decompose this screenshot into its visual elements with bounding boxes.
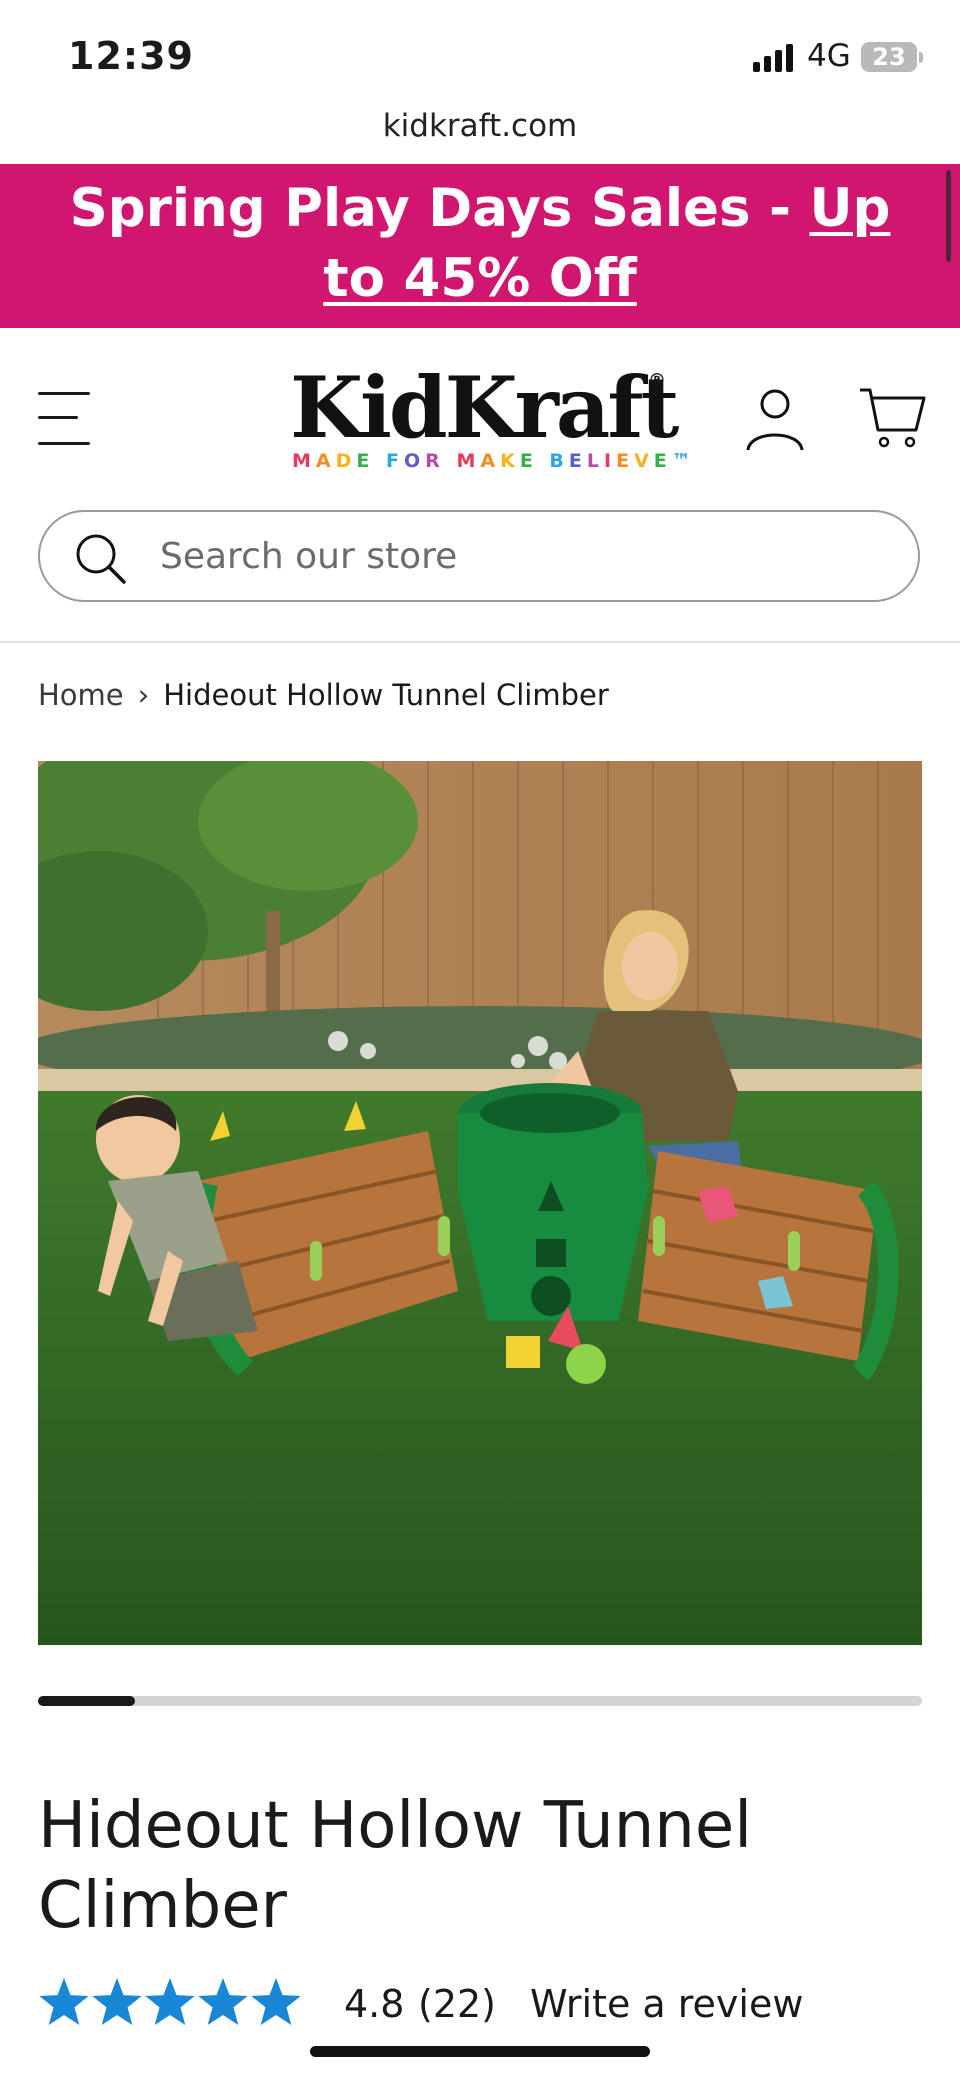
star-icon (145, 1978, 195, 2025)
tagline-letter: V (634, 450, 654, 472)
star-icon (251, 1978, 301, 2025)
breadcrumb-current: Hideout Hollow Tunnel Climber (163, 678, 609, 712)
star-icon (39, 1978, 89, 2025)
promo-banner: Spring Play Days Sales - Up to 45% Off (0, 164, 960, 328)
logo-registered-mark: ® (648, 370, 666, 391)
promo-headline: Spring Play Days Sales - (69, 178, 810, 239)
tagline-letter: I (604, 450, 617, 472)
tagline-letter: E (356, 450, 375, 472)
account-icon[interactable] (744, 384, 806, 452)
battery-tip (919, 52, 923, 63)
rating-value: 4.8 (344, 1982, 405, 2026)
tagline-letter: F (386, 450, 405, 472)
battery-level: 23 (872, 43, 906, 71)
star-icon (92, 1978, 142, 2025)
brand-logo[interactable]: KidKraft ® MADE FOR MAKE BELIEVE™ (286, 358, 691, 480)
gallery-scroll-thumb[interactable] (38, 1696, 135, 1706)
page-scrollbar[interactable] (946, 170, 951, 262)
breadcrumb-chevron-icon: › (137, 678, 150, 712)
tagline-letter: ™ (671, 450, 696, 472)
product-title: Hideout Hollow Tunnel Climber (38, 1789, 752, 1943)
star-icon (198, 1978, 248, 2025)
rating-stars[interactable] (38, 1976, 302, 2030)
tagline-letter: R (425, 450, 445, 472)
logo-tagline: MADE FOR MAKE BELIEVE™ (292, 450, 696, 472)
tagline-letter: E (616, 450, 635, 472)
home-indicator[interactable] (310, 2046, 650, 2057)
tagline-letter: A (480, 450, 501, 472)
tagline-letter: E (519, 450, 538, 472)
tagline-letter: O (404, 450, 426, 472)
search-input[interactable] (160, 530, 860, 582)
battery-icon: 23 (861, 42, 917, 72)
address-bar[interactable]: kidkraft.com (0, 108, 960, 144)
tagline-letter: K (500, 450, 520, 472)
search-icon[interactable] (72, 530, 128, 586)
cart-icon[interactable] (858, 384, 926, 452)
tagline-letter (445, 450, 457, 472)
tagline-letter (538, 450, 550, 472)
breadcrumb: Home › Hideout Hollow Tunnel Climber (38, 678, 609, 712)
promo-text: Spring Play Days Sales - Up to 45% Off (40, 174, 920, 314)
tagline-letter: M (292, 450, 316, 472)
product-image[interactable] (38, 761, 922, 1645)
tagline-letter: M (456, 450, 481, 472)
signal-icon (753, 44, 793, 72)
logo-wordmark: KidKraft (290, 358, 679, 457)
header-divider (0, 641, 960, 643)
tagline-letter: E (568, 450, 587, 472)
tagline-letter: L (586, 450, 604, 472)
tagline-letter (374, 450, 386, 472)
tagline-letter: E (653, 450, 672, 472)
write-review-link[interactable]: Write a review (530, 1982, 803, 2026)
tagline-letter: D (335, 450, 357, 472)
tagline-letter: A (315, 450, 336, 472)
menu-icon[interactable] (38, 390, 94, 448)
review-count[interactable]: (22) (418, 1982, 496, 2026)
network-type: 4G (807, 38, 851, 74)
status-time: 12:39 (68, 34, 194, 78)
gallery-scroll-track[interactable] (38, 1696, 922, 1706)
breadcrumb-home-link[interactable]: Home (38, 678, 124, 712)
tagline-letter: B (549, 450, 569, 472)
